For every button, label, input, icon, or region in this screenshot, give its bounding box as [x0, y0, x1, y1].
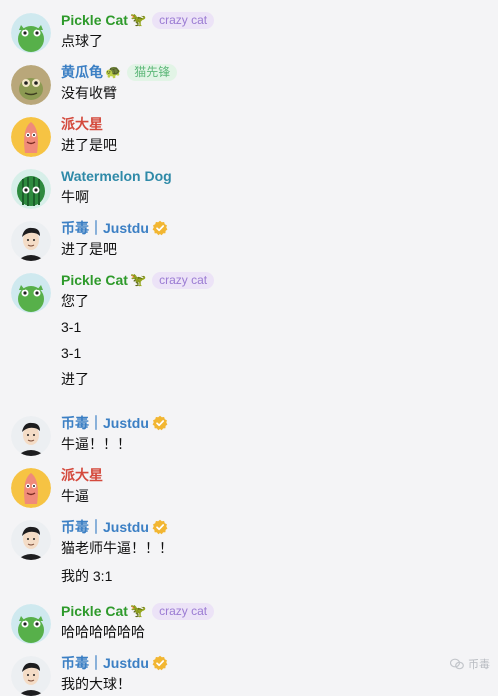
member-tag: crazy cat: [152, 11, 215, 29]
sender-row: 币毒｜Justdu: [61, 413, 168, 433]
message-text: 3-1: [61, 319, 82, 335]
message-text: 牛啊: [61, 189, 89, 205]
verified-badge-icon: [152, 655, 168, 671]
message-text: 进了: [61, 371, 89, 387]
watermark: 币毒: [450, 656, 490, 672]
chat-message-list: Pickle Cat 🦖 crazy cat 点球了 黄瓜龟 🐢 猫先锋 没有收臂 派大星 进了是…: [0, 0, 498, 696]
verified-badge-icon: [152, 220, 168, 236]
sender-name[interactable]: Pickle Cat: [61, 272, 128, 288]
message-text: 牛逼！！！: [61, 436, 131, 452]
message-text: 您了: [61, 293, 89, 309]
sender-name[interactable]: Pickle Cat: [61, 12, 128, 28]
sender-name[interactable]: 黄瓜龟: [61, 62, 103, 82]
avatar[interactable]: [11, 221, 51, 261]
sender-name[interactable]: 币毒｜Justdu: [61, 653, 149, 673]
sender-name[interactable]: Pickle Cat: [61, 603, 128, 619]
message-text: 猫老师牛逼！！！: [61, 540, 173, 556]
avatar[interactable]: [11, 117, 51, 157]
avatar[interactable]: [11, 468, 51, 508]
sender-row: 黄瓜龟 🐢 猫先锋: [61, 62, 178, 82]
message-text: 3-1: [61, 345, 82, 361]
sender-emoji-icon: 🐢: [105, 64, 122, 79]
sender-name[interactable]: 币毒｜Justdu: [61, 413, 149, 433]
message-text: 我的大球！: [61, 676, 131, 692]
sender-row: 币毒｜Justdu: [61, 517, 168, 537]
avatar[interactable]: [11, 65, 51, 105]
member-tag: 猫先锋: [127, 63, 178, 81]
message-text: 进了是吧: [61, 241, 117, 257]
avatar[interactable]: [11, 169, 51, 209]
wechat-logo-icon: [450, 658, 464, 670]
sender-emoji-icon: 🦖: [129, 12, 147, 27]
avatar[interactable]: [11, 13, 51, 53]
message-text: 哈哈哈哈哈哈: [61, 624, 145, 640]
sender-row: 派大星: [61, 465, 103, 485]
avatar[interactable]: [11, 656, 51, 696]
sender-name[interactable]: 派大星: [61, 465, 103, 485]
avatar[interactable]: [11, 416, 51, 456]
sender-name[interactable]: 币毒｜Justdu: [61, 517, 149, 537]
sender-row: 币毒｜Justdu: [61, 653, 168, 673]
message-text: 没有收臂: [61, 85, 117, 101]
avatar[interactable]: [11, 604, 51, 644]
member-tag: crazy cat: [152, 602, 215, 620]
sender-row: Pickle Cat 🦖 crazy cat: [61, 601, 215, 621]
verified-badge-icon: [152, 415, 168, 431]
sender-emoji-icon: 🦖: [129, 603, 147, 618]
watermark-text: 币毒: [468, 659, 490, 671]
sender-row: 派大星: [61, 114, 103, 134]
sender-name[interactable]: Watermelon Dog: [61, 168, 172, 184]
member-tag: crazy cat: [152, 271, 215, 289]
verified-badge-icon: [152, 519, 168, 535]
avatar[interactable]: [11, 520, 51, 560]
sender-name[interactable]: 派大星: [61, 114, 103, 134]
sender-name[interactable]: 币毒｜Justdu: [61, 218, 149, 238]
sender-row: 币毒｜Justdu: [61, 218, 168, 238]
sender-row: Pickle Cat 🦖 crazy cat: [61, 270, 215, 290]
sender-emoji-icon: 🦖: [129, 272, 147, 287]
sender-row: Pickle Cat 🦖 crazy cat: [61, 10, 215, 30]
message-text: 进了是吧: [61, 137, 117, 153]
message-text: 点球了: [61, 33, 103, 49]
message-text: 牛逼: [61, 488, 89, 504]
avatar[interactable]: [11, 273, 51, 313]
sender-row: Watermelon Dog: [61, 166, 172, 186]
message-text: 我的 3:1: [61, 568, 113, 584]
